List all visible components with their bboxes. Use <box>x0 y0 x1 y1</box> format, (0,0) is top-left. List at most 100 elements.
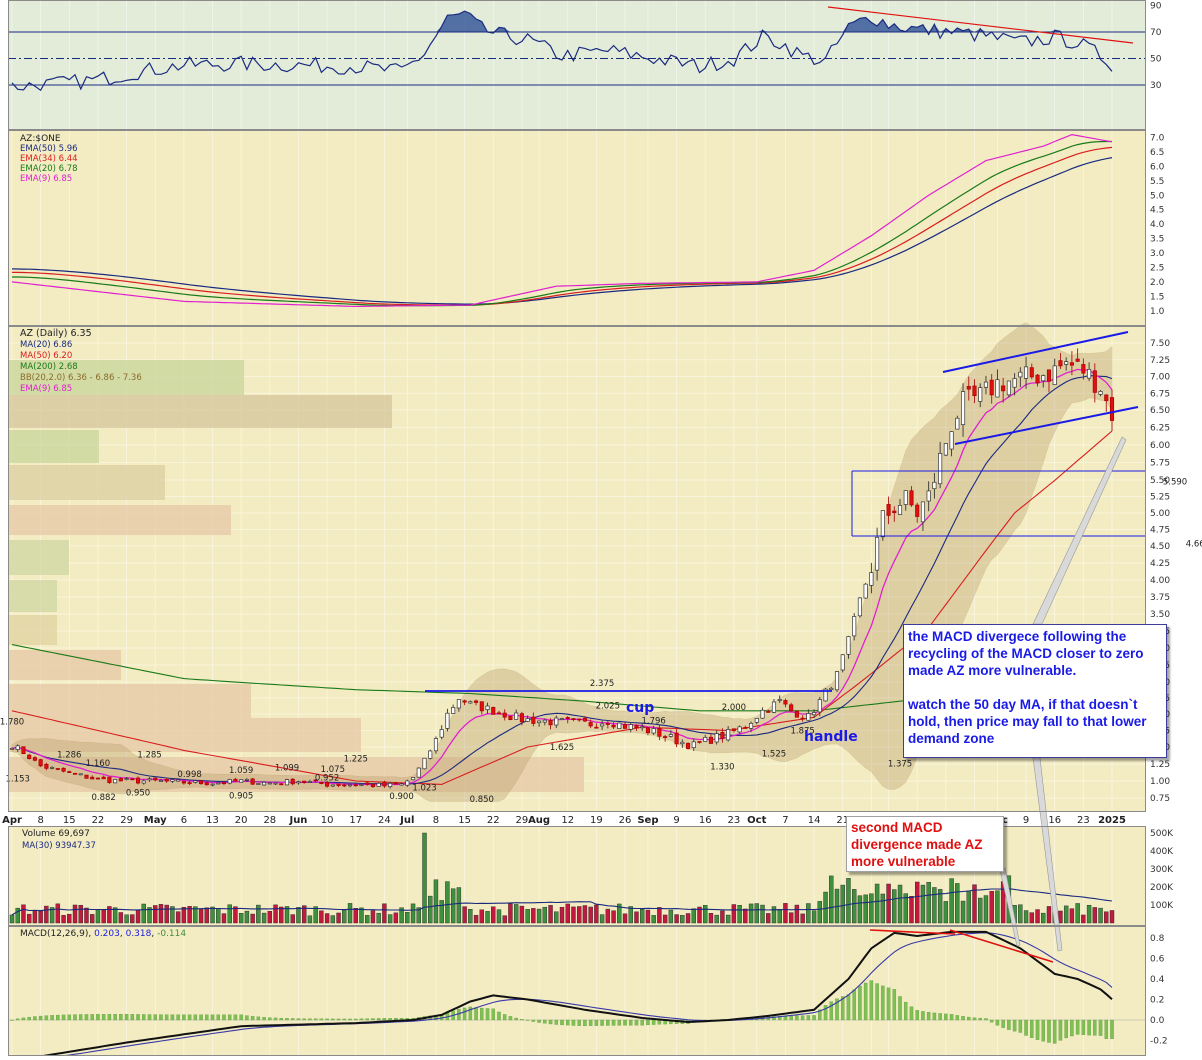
macd-histogram-bar <box>944 1013 948 1021</box>
macd-histogram-bar <box>949 1014 954 1021</box>
price-label: 1.160 <box>86 759 110 769</box>
macd-legend: MACD(12,26,9), 0.203, 0.318, -0.114 <box>20 929 186 939</box>
volume-bar-up <box>949 878 954 924</box>
price-tick: 4.75 <box>1150 526 1170 536</box>
note-paragraph-2: watch the 50 day MA, if that doesn`t hol… <box>908 697 1147 746</box>
candle-up <box>703 737 708 742</box>
macd-histogram-bar <box>170 1014 175 1021</box>
macd-histogram-bar <box>205 1014 209 1021</box>
x-axis-label: 15 <box>63 815 76 826</box>
volume-bar-down <box>336 912 341 924</box>
x-axis-label: 23 <box>728 815 741 826</box>
candle-up <box>737 726 742 733</box>
macd-histogram-bar <box>176 1014 180 1021</box>
volume-bar-down <box>1029 912 1034 924</box>
candle-up <box>897 505 903 515</box>
price-tick: 5.50 <box>1150 476 1170 486</box>
candle-down <box>800 717 805 720</box>
macd-tick: 0.8 <box>1150 934 1165 944</box>
ratio-tick: 6.5 <box>1150 148 1164 158</box>
macd-histogram-bar <box>84 1014 89 1021</box>
candle-up <box>445 712 450 729</box>
volume-bar-down <box>153 905 158 924</box>
price-label: 0.952 <box>315 773 339 783</box>
volume-bar-down <box>1081 914 1086 924</box>
macd-histogram-bar <box>989 1019 994 1023</box>
macd-tick: 0.4 <box>1150 975 1165 985</box>
macd-histogram-bar <box>525 1019 530 1021</box>
volume-bar-up <box>95 909 101 924</box>
candle-down <box>915 504 920 517</box>
volume-bar-up <box>640 908 645 924</box>
macd-histogram-bar <box>886 987 891 1021</box>
volume-bar-down <box>21 904 26 924</box>
x-axis-label: Jun <box>288 815 307 826</box>
candle-up <box>1041 375 1046 382</box>
ratio-tick: 2.0 <box>1150 278 1165 288</box>
macd-divergence-note: the MACD divergece following the recycli… <box>903 624 1167 758</box>
candle-up <box>754 718 759 723</box>
candle-down <box>508 715 513 721</box>
macd-histogram-bar <box>319 1018 324 1021</box>
volume-legend: Volume 69,697 <box>22 829 90 839</box>
volume-bar-up <box>1075 903 1080 924</box>
volume-bar-down <box>1104 911 1109 924</box>
volume-bar-down <box>794 904 800 924</box>
candle-up <box>806 713 811 721</box>
candle-up <box>273 782 278 785</box>
candle-up <box>600 723 605 727</box>
macd-histogram-bar <box>388 1018 392 1021</box>
volume-bar-up <box>422 832 427 924</box>
candle-down <box>582 717 587 722</box>
candle-down <box>32 757 37 761</box>
candle-up <box>1064 361 1069 365</box>
volume-bar-up <box>703 905 708 924</box>
volume-bar-up <box>387 914 393 924</box>
volume-bar-down <box>164 904 169 924</box>
price-label: 0.882 <box>91 793 115 803</box>
macd-histogram-bar <box>1035 1019 1040 1040</box>
candle-down <box>886 504 891 516</box>
volume-bar-up <box>359 907 364 924</box>
volume-bar-up <box>296 907 301 924</box>
price-label: 1.796 <box>641 716 665 726</box>
candle-up <box>812 712 817 716</box>
volume-zone <box>9 580 57 612</box>
macd-histogram-bar <box>1087 1019 1091 1036</box>
macd-histogram-bar <box>164 1014 169 1021</box>
volume-bar-up <box>1041 912 1046 924</box>
candle-up <box>846 636 851 655</box>
macd-histogram-bar <box>348 1018 352 1021</box>
candle-up <box>244 779 249 781</box>
volume-bar-up <box>456 887 462 924</box>
macd-histogram-bar <box>21 1017 26 1021</box>
macd-histogram-bar <box>611 1019 616 1026</box>
ratio-tick: 1.5 <box>1150 292 1164 302</box>
volume-bar-up <box>1086 905 1092 924</box>
candle-up <box>525 718 530 722</box>
price-label: 2.375 <box>590 679 614 689</box>
candle-down <box>279 783 284 786</box>
price-tick: 6.00 <box>1150 441 1170 451</box>
candle-down <box>72 772 78 775</box>
macd-histogram-bar <box>926 1012 931 1021</box>
candle-down <box>101 776 106 780</box>
volume-zone <box>9 505 231 535</box>
volume-bar-up <box>880 893 886 924</box>
volume-bar-down <box>605 908 611 924</box>
candle-down <box>789 704 794 712</box>
volume-bar-up <box>714 914 719 924</box>
volume-bar-down <box>84 907 89 924</box>
candle-up <box>158 780 164 782</box>
candle-down <box>61 767 66 772</box>
macd-panel <box>8 926 1146 1056</box>
candle-up <box>296 781 301 784</box>
ratio-panel <box>8 130 1146 326</box>
macd-histogram-bar <box>554 1019 559 1025</box>
volume-bar-down <box>90 914 95 924</box>
candle-down <box>135 777 141 784</box>
stock-chart: 1.780 1.286 1.160 1.285 1.153 0.882 0.950 0.998… <box>0 0 1202 1060</box>
volume-bar-up <box>347 903 353 924</box>
volume-bar-up <box>496 909 502 924</box>
volume-zone <box>9 465 165 500</box>
